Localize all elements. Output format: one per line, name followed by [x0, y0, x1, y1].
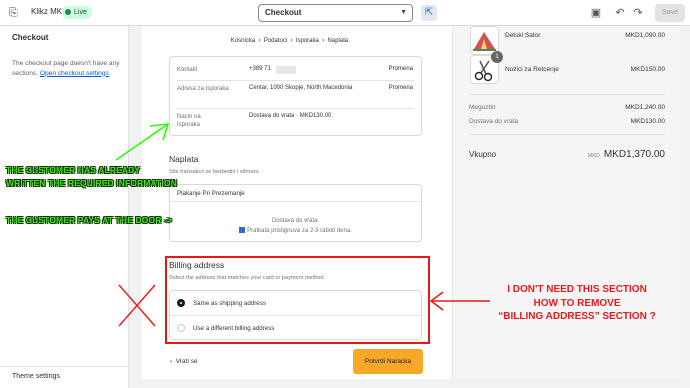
shipping-row: Dostava do vrata MKD130.00	[469, 118, 665, 125]
billing-option-same-label: Same as shipping address	[193, 300, 266, 307]
tent-image	[473, 32, 496, 51]
total-currency: MKD	[587, 153, 600, 159]
breadcrumb: Kosnicka › Podatoci › Isporaka › Naplata	[230, 38, 349, 44]
billing-option-same[interactable]: Same as shipping address	[170, 291, 421, 315]
confirm-order-button[interactable]: Potvrdi Naracka	[353, 349, 423, 374]
radio-unselected[interactable]	[177, 324, 185, 332]
billing-title: Billing address	[169, 260, 225, 270]
theme-settings-item[interactable]: Theme settings	[0, 366, 129, 388]
billing-options: Same as shipping address Use a different…	[169, 290, 422, 340]
payment-title: Naplata	[169, 154, 199, 164]
item-name: Detski Sator	[505, 32, 541, 39]
total-value: MKD1,370.00	[603, 149, 665, 160]
total-row: Vkupno MKD MKD1,370.00	[469, 148, 665, 162]
red-annotation-2: HOW TO REMOVE	[533, 298, 621, 309]
address-value: Centar, 1000 Skopje, North Macedonia	[249, 85, 353, 91]
back-link[interactable]: ‹ Vrati se	[170, 358, 198, 365]
contact-label: Kontakt	[177, 67, 198, 73]
review-row-address: Adresa za Isporaka Centar, 1000 Skopje, …	[170, 85, 421, 105]
divider	[177, 80, 414, 81]
total-label: Vkupno	[469, 150, 497, 159]
method-value: Dostava do vrata · MKD130.00	[249, 113, 332, 119]
breadcrumb-info[interactable]: Podatoci	[264, 38, 287, 44]
subtotal-row: Meguzbir MKD1,240.00	[469, 104, 665, 111]
review-card: Kontakt +389 71 Promena Adresa za Ispora…	[169, 56, 422, 136]
payment-method-name: Plakanje Pri Prezemanje	[177, 190, 245, 197]
green-annotation-1: THE CUSTOMER HAS ALREADY	[6, 165, 141, 175]
chevron-left-icon: ‹	[170, 358, 173, 365]
redacted-phone	[276, 66, 296, 74]
billing-option-different-label: Use a different billing address	[193, 325, 275, 332]
order-summary: Detski Sator MKD1,090.00 1 Nozici za Ret…	[452, 26, 680, 379]
product-thumb-scissors: 1	[470, 51, 503, 84]
shipping-value: MKD130.00	[630, 118, 665, 125]
sidebar-message: The checkout page doesn't have any secti…	[12, 59, 124, 78]
live-dot-icon	[65, 9, 71, 15]
red-annotation-1: I DON'T NEED THIS SECTION	[507, 284, 647, 295]
item-name: Nozici za Retcenje	[505, 66, 559, 73]
editor-topbar: ⎘ Klikz MK Live Checkout ▼ ⇱ ▣ ↶ ↷ Save	[0, 0, 690, 26]
store-name: Klikz MK	[31, 7, 63, 16]
back-link-label: Vrati se	[175, 358, 198, 365]
exit-icon[interactable]: ⎘	[9, 6, 23, 20]
payment-desc-1: Dostava do vrata.	[271, 218, 320, 224]
payment-subtitle: Site transakcii se bezbedni i sifrirani.	[169, 169, 260, 175]
billing-subtitle: Select the address that matches your car…	[169, 275, 326, 281]
address-label: Adresa za Isporaka	[177, 86, 229, 92]
change-contact-link[interactable]: Promena	[389, 66, 413, 72]
quantity-badge: 1	[491, 51, 503, 63]
live-badge-label: Live	[74, 9, 87, 16]
breadcrumb-shipping[interactable]: Isporaka	[296, 38, 319, 44]
editor-sidebar: Checkout The checkout page doesn't have …	[0, 26, 129, 388]
divider	[170, 201, 421, 202]
subtotal-label: Meguzbir	[469, 104, 496, 111]
undo-icon[interactable]: ↶	[613, 6, 627, 20]
radio-selected[interactable]	[177, 299, 185, 307]
item-price: MKD150.00	[630, 66, 665, 73]
billing-option-different[interactable]: Use a different billing address	[170, 316, 421, 340]
breadcrumb-cart[interactable]: Kosnicka	[231, 38, 255, 44]
payment-card: Plakanje Pri Prezemanje Dostava do vrata…	[169, 184, 422, 242]
divider	[469, 134, 665, 135]
shipping-label: Dostava do vrata	[469, 118, 519, 125]
green-annotation-2: WRITTEN THE REQUIRED INFORMATION	[6, 178, 177, 188]
green-annotation-3: THE CUSTOMER PAYS AT THE DOOR ->	[6, 215, 173, 225]
method-label: Nacin na Isporaka	[177, 114, 201, 128]
change-address-link[interactable]: Promena	[389, 85, 413, 91]
subtotal-value: MKD1,240.00	[625, 104, 665, 111]
sidebar-title: Checkout	[12, 33, 49, 42]
payment-desc-2-text: Pratkata pristignuva za 2-3 raboti dena.	[247, 228, 352, 234]
chevron-down-icon: ▼	[400, 9, 407, 16]
breadcrumb-payment: Naplata	[327, 38, 349, 44]
item-price: MKD1,090.00	[625, 32, 665, 39]
page-selector-value: Checkout	[265, 8, 302, 17]
review-row-method: Nacin na Isporaka Dostava do vrata · MKD…	[170, 113, 421, 133]
save-button[interactable]: Save	[655, 4, 685, 22]
red-annotation-3: “BILLING ADDRESS” SECTION ?	[498, 311, 656, 322]
summary-item-scissors: Nozici za Retcenje MKD150.00	[505, 66, 665, 73]
divider	[469, 94, 665, 95]
divider	[177, 108, 414, 109]
total-amount: MKD MKD1,370.00	[588, 148, 665, 163]
checkout-preview: Kosnicka › Podatoci › Isporaka › Naplata…	[142, 26, 680, 379]
live-badge: Live	[62, 6, 92, 19]
page-selector[interactable]: Checkout ▼	[258, 4, 413, 22]
info-icon	[239, 227, 246, 233]
summary-item-tent: Detski Sator MKD1,090.00	[505, 32, 665, 39]
checkout-settings-link[interactable]: Open checkout settings	[40, 70, 109, 77]
review-row-contact: Kontakt +389 71 Promena	[170, 66, 421, 76]
redo-icon[interactable]: ↷	[631, 6, 645, 20]
payment-desc-2: Pratkata pristignuva za 2-3 raboti dena.	[170, 227, 421, 234]
contact-value: +389 71	[249, 66, 271, 72]
device-preview-icon[interactable]: ▣	[589, 6, 603, 20]
inspector-icon[interactable]: ⇱	[421, 5, 437, 21]
